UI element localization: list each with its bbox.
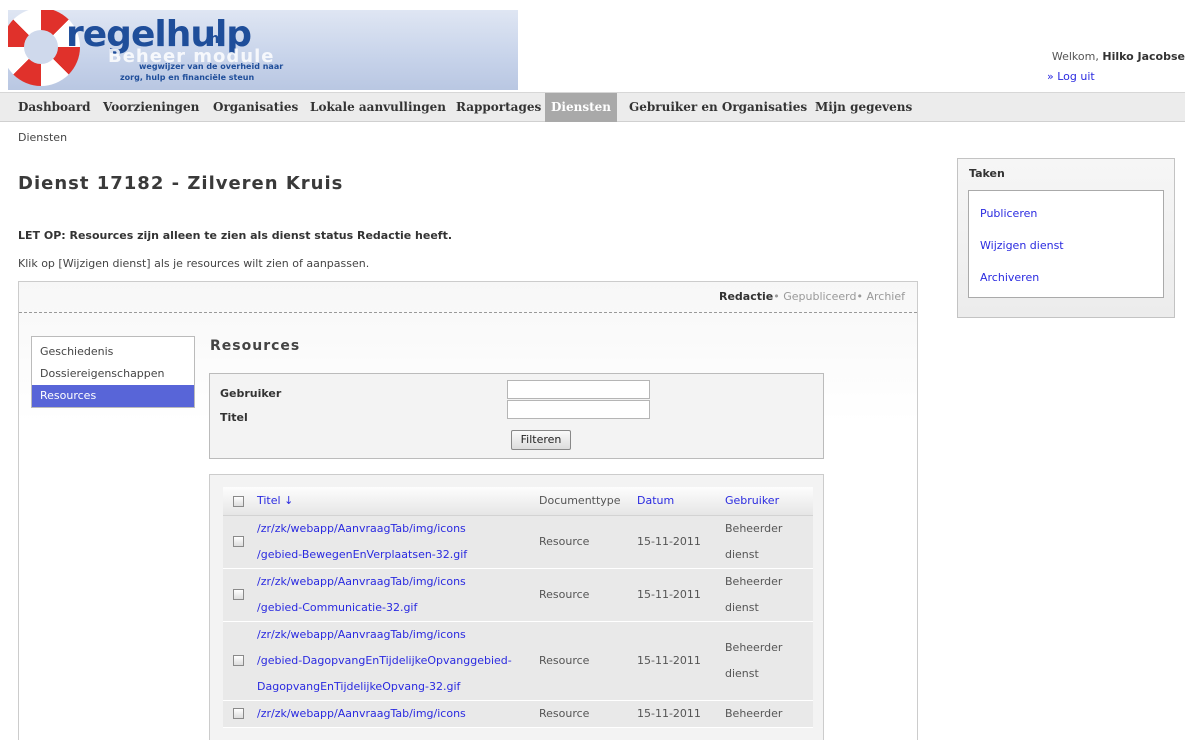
nav-item-lokale-aanvullingen[interactable]: Lokale aanvullingen bbox=[304, 93, 452, 122]
nav-item-dashboard[interactable]: Dashboard bbox=[12, 93, 97, 122]
warning-text: LET OP: Resources zijn alleen te zien al… bbox=[18, 229, 453, 242]
column-header-titel[interactable]: Titel ↓ bbox=[253, 487, 539, 516]
subnav-item-dossiereigenschappen[interactable]: Dossiereigenschappen bbox=[32, 363, 194, 385]
row-checkbox-cell bbox=[223, 700, 253, 728]
user-cell: Beheerder bbox=[723, 700, 813, 728]
doctype-cell: Resource bbox=[539, 568, 637, 622]
user-line: Beheerder bbox=[725, 574, 783, 588]
title-cell: /zr/zk/webapp/AanvraagTab/img/icons /geb… bbox=[253, 568, 539, 622]
title-cell: /zr/zk/webapp/AanvraagTab/img/icons /geb… bbox=[253, 621, 539, 701]
logo-tagline: wegwijzer van de overheid naar bbox=[139, 62, 284, 71]
column-header-documenttype: Documenttype bbox=[539, 487, 637, 516]
status-archief: Archief bbox=[866, 290, 905, 303]
subnav-item-resources[interactable]: Resources bbox=[32, 385, 194, 407]
resource-link[interactable]: /zr/zk/webapp/AanvraagTab/img/icons bbox=[257, 622, 539, 648]
date-cell: 15-11-2011 bbox=[637, 621, 723, 701]
logo-tagline: zorg, hulp en financiële steun bbox=[120, 73, 255, 82]
content-panel: Redactie• Gepubliceerd• Archief Geschied… bbox=[18, 281, 918, 740]
column-header-gebruiker[interactable]: Gebruiker bbox=[723, 487, 813, 516]
filter-button[interactable]: Filteren bbox=[511, 430, 571, 450]
row-checkbox[interactable] bbox=[232, 589, 244, 600]
resource-link[interactable]: /gebied-DagopvangEnTijdelijkeOpvanggebie… bbox=[257, 648, 539, 674]
table-row: /zr/zk/webapp/AanvraagTab/img/icons /geb… bbox=[223, 621, 813, 701]
status-redactie: Redactie bbox=[718, 290, 774, 303]
nav-item-voorzieningen[interactable]: Voorzieningen bbox=[97, 93, 205, 122]
status-separator: • bbox=[856, 290, 867, 303]
select-all-cell bbox=[223, 487, 253, 516]
hint-text: Klik op [Wijzigen dienst] als je resourc… bbox=[18, 257, 370, 270]
row-checkbox[interactable] bbox=[232, 536, 244, 547]
resource-link[interactable]: /gebied-BewegenEnVerplaatsen-32.gif bbox=[257, 542, 539, 568]
user-cell: Beheerder dienst bbox=[723, 621, 813, 701]
row-checkbox-cell bbox=[223, 621, 253, 701]
resource-link[interactable]: /zr/zk/webapp/AanvraagTab/img/icons bbox=[257, 569, 539, 595]
user-name: Hilko Jacobse bbox=[1102, 50, 1185, 63]
task-publiceren[interactable]: Publiceren bbox=[980, 207, 1037, 220]
select-all-checkbox[interactable] bbox=[232, 495, 244, 507]
nav-item-diensten[interactable]: Diensten bbox=[545, 93, 617, 122]
user-line: dienst bbox=[725, 600, 759, 614]
user-cell: Beheerder dienst bbox=[723, 515, 813, 569]
status-separator: • bbox=[773, 290, 784, 303]
row-checkbox[interactable] bbox=[232, 708, 244, 719]
nav-item-organisaties[interactable]: Organisaties bbox=[207, 93, 304, 122]
status-row: Redactie• Gepubliceerd• Archief bbox=[719, 290, 905, 303]
logo-tld: .nl bbox=[204, 31, 225, 47]
doctype-cell: Resource bbox=[539, 515, 637, 569]
doctype-cell: Resource bbox=[539, 621, 637, 701]
logout-link[interactable]: » Log uit bbox=[1047, 70, 1095, 83]
user-line: Beheerder bbox=[725, 706, 783, 720]
resources-heading: Resources bbox=[210, 338, 301, 354]
header: regelhulp .nl Beheer module wegwijzer va… bbox=[0, 0, 1185, 92]
regelhulp-logo[interactable]: regelhulp .nl Beheer module wegwijzer va… bbox=[8, 10, 518, 90]
table-row: /zr/zk/webapp/AanvraagTab/img/icons Reso… bbox=[223, 700, 813, 728]
row-checkbox-cell bbox=[223, 568, 253, 622]
table-row: /zr/zk/webapp/AanvraagTab/img/icons /geb… bbox=[223, 515, 813, 569]
resource-link[interactable]: /zr/zk/webapp/AanvraagTab/img/icons bbox=[257, 516, 539, 542]
date-cell: 15-11-2011 bbox=[637, 700, 723, 728]
filter-box: Gebruiker Titel Filteren bbox=[209, 373, 824, 459]
welcome-prefix: Welkom, bbox=[1051, 50, 1103, 63]
resource-link[interactable]: DagopvangEnTijdelijkeOpvang-32.gif bbox=[257, 674, 539, 700]
user-line: Beheerder bbox=[725, 640, 783, 654]
main-nav: Dashboard Voorzieningen Organisaties Lok… bbox=[0, 92, 1185, 122]
title-filter-input[interactable] bbox=[507, 400, 650, 419]
tasks-panel: Taken Publiceren Wijzigen dienst Archive… bbox=[957, 158, 1175, 318]
date-cell: 15-11-2011 bbox=[637, 568, 723, 622]
title-cell: /zr/zk/webapp/AanvraagTab/img/icons /geb… bbox=[253, 515, 539, 569]
row-checkbox-cell bbox=[223, 515, 253, 569]
breadcrumb: Diensten bbox=[18, 131, 68, 144]
tasks-title: Taken bbox=[969, 167, 1005, 180]
column-header-datum[interactable]: Datum bbox=[637, 487, 723, 516]
task-wijzigen-dienst[interactable]: Wijzigen dienst bbox=[980, 239, 1064, 252]
task-archiveren[interactable]: Archiveren bbox=[980, 271, 1039, 284]
sub-navigation: Geschiedenis Dossiereigenschappen Resour… bbox=[31, 336, 195, 408]
resource-link[interactable]: /gebied-Communicatie-32.gif bbox=[257, 595, 539, 621]
nav-item-gebruiker-en-organisaties[interactable]: Gebruiker en Organisaties bbox=[623, 93, 813, 122]
doctype-cell: Resource bbox=[539, 700, 637, 728]
user-filter-label: Gebruiker bbox=[220, 387, 282, 400]
title-cell: /zr/zk/webapp/AanvraagTab/img/icons bbox=[253, 700, 539, 728]
resources-table-box: Titel ↓ Documenttype Datum Gebruiker /zr… bbox=[209, 474, 824, 740]
subnav-item-geschiedenis[interactable]: Geschiedenis bbox=[32, 341, 194, 363]
row-checkbox[interactable] bbox=[232, 655, 244, 666]
table-row: /zr/zk/webapp/AanvraagTab/img/icons /geb… bbox=[223, 568, 813, 622]
user-line: dienst bbox=[725, 666, 759, 680]
tasks-list: Publiceren Wijzigen dienst Archiveren bbox=[968, 190, 1164, 298]
nav-item-rapportages[interactable]: Rapportages bbox=[450, 93, 547, 122]
nav-item-mijn-gegevens[interactable]: Mijn gegevens bbox=[809, 93, 918, 122]
table-header-row: Titel ↓ Documenttype Datum Gebruiker bbox=[223, 487, 813, 516]
welcome-text: Welkom, Hilko Jacobse bbox=[1052, 50, 1185, 63]
status-gepubliceerd: Gepubliceerd bbox=[783, 290, 857, 303]
page-title: Dienst 17182 - Zilveren Kruis bbox=[18, 173, 344, 194]
user-line: Beheerder bbox=[725, 521, 783, 535]
user-cell: Beheerder dienst bbox=[723, 568, 813, 622]
user-filter-input[interactable] bbox=[507, 380, 650, 399]
divider bbox=[19, 312, 917, 313]
resources-table: Titel ↓ Documenttype Datum Gebruiker /zr… bbox=[223, 487, 813, 728]
title-filter-label: Titel bbox=[220, 411, 248, 424]
resource-link[interactable]: /zr/zk/webapp/AanvraagTab/img/icons bbox=[257, 701, 539, 727]
date-cell: 15-11-2011 bbox=[637, 515, 723, 569]
user-line: dienst bbox=[725, 547, 759, 561]
